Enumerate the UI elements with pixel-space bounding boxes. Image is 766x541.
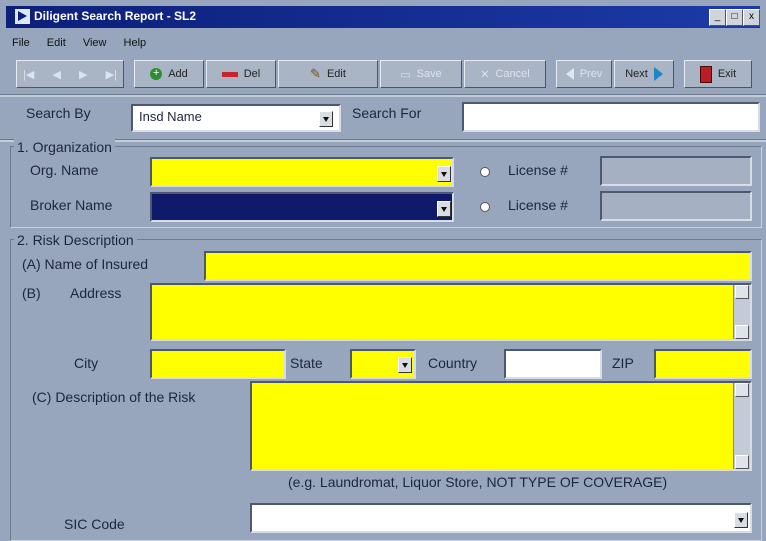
toolbar: |◀ ◀ ▶ ▶| + Add Del ✎ Edit ▭ Save ✕ Canc…: [16, 60, 756, 90]
menu-view[interactable]: View: [83, 37, 107, 49]
arrow-right-icon: [653, 67, 663, 81]
add-label: Add: [168, 68, 188, 80]
broker-name-select[interactable]: [150, 192, 454, 222]
country-label: Country: [428, 355, 478, 371]
org-license-input[interactable]: [600, 156, 752, 186]
search-by-value: Insd Name: [139, 109, 202, 124]
description-hint: (e.g. Laundromat, Liquor Store, NOT TYPE…: [288, 474, 668, 490]
chevron-down-icon[interactable]: [398, 357, 412, 373]
chevron-down-icon[interactable]: [437, 166, 451, 182]
address-textarea[interactable]: [150, 283, 752, 341]
next-button[interactable]: Next: [614, 60, 674, 88]
country-input[interactable]: [504, 349, 602, 379]
risk-description-textarea[interactable]: [250, 381, 752, 471]
window-title: Diligent Search Report - SL2: [34, 9, 197, 23]
address-scrollbar[interactable]: [733, 285, 750, 339]
next-label: Next: [625, 68, 648, 80]
org-license-radio[interactable]: [480, 167, 490, 177]
address-label: Address: [70, 285, 122, 301]
next-record-button[interactable]: ▶: [79, 68, 87, 81]
previous-record-button[interactable]: ◀: [52, 68, 60, 81]
sic-code-select[interactable]: [250, 503, 752, 533]
zip-input[interactable]: [654, 349, 752, 379]
maximize-button[interactable]: □: [726, 9, 743, 26]
cancel-label: Cancel: [495, 68, 530, 80]
plus-icon: +: [150, 68, 163, 80]
org-name-label: Org. Name: [30, 162, 99, 178]
exit-door-icon: [699, 65, 712, 83]
search-for-input[interactable]: [462, 102, 760, 132]
search-by-select[interactable]: Insd Name: [131, 104, 341, 132]
broker-name-label: Broker Name: [30, 197, 113, 213]
minimize-button[interactable]: _: [709, 9, 726, 26]
save-button[interactable]: ▭ Save: [380, 60, 462, 88]
city-input[interactable]: [150, 349, 286, 379]
exit-label: Exit: [717, 68, 737, 80]
search-by-label: Search By: [26, 105, 91, 121]
risk-section-title: 2. Risk Description: [14, 232, 137, 248]
name-of-insured-label: (A) Name of Insured: [22, 256, 149, 272]
menu-edit[interactable]: Edit: [47, 37, 66, 49]
scroll-down-icon[interactable]: [735, 455, 749, 469]
app-window: Diligent Search Report - SL2 _ □ x File …: [0, 0, 766, 541]
pencil-icon: ✎: [310, 66, 321, 81]
record-nav-group: |◀ ◀ ▶ ▶|: [16, 60, 124, 88]
delete-label: Del: [243, 68, 261, 80]
chevron-down-icon[interactable]: [319, 111, 333, 127]
menu-bar: File Edit View Help: [12, 37, 160, 53]
city-label: City: [74, 355, 99, 371]
first-record-button[interactable]: |◀: [23, 68, 34, 81]
prev-button[interactable]: Prev: [556, 60, 612, 88]
minus-icon: [221, 71, 238, 77]
sic-code-label: SIC Code: [64, 516, 125, 532]
search-for-label: Search For: [352, 105, 422, 121]
state-select[interactable]: [350, 349, 416, 379]
org-name-select[interactable]: [150, 157, 454, 187]
description-scrollbar[interactable]: [733, 383, 750, 469]
app-icon: [15, 9, 30, 24]
chevron-down-icon[interactable]: [437, 201, 451, 217]
delete-button[interactable]: Del: [206, 60, 276, 88]
edit-button[interactable]: ✎ Edit: [278, 60, 378, 88]
toolbar-divider: [0, 94, 766, 97]
broker-license-radio[interactable]: [480, 202, 490, 212]
menu-help[interactable]: Help: [124, 37, 147, 49]
cancel-button[interactable]: ✕ Cancel: [464, 60, 546, 88]
save-icon: ▭: [400, 68, 411, 81]
state-label: State: [290, 355, 323, 371]
broker-license-label: License #: [508, 197, 568, 213]
broker-license-input[interactable]: [600, 191, 752, 221]
last-record-button[interactable]: ▶|: [106, 68, 117, 81]
cancel-icon: ✕: [480, 68, 490, 81]
title-bar: Diligent Search Report - SL2 _ □ x: [6, 6, 760, 28]
add-button[interactable]: + Add: [134, 60, 204, 88]
zip-label: ZIP: [612, 355, 634, 371]
menu-file[interactable]: File: [12, 37, 30, 49]
name-of-insured-input[interactable]: [204, 251, 752, 281]
close-button[interactable]: x: [743, 9, 760, 26]
save-label: Save: [416, 68, 442, 80]
organization-section-title: 1. Organization: [14, 139, 115, 155]
address-section-label: (B): [22, 285, 41, 301]
org-license-label: License #: [508, 162, 568, 178]
edit-label: Edit: [326, 68, 346, 80]
prev-label: Prev: [579, 68, 603, 80]
chevron-down-icon[interactable]: [734, 512, 748, 528]
arrow-left-icon: [565, 68, 574, 80]
scroll-down-icon[interactable]: [735, 325, 749, 339]
description-label: (C) Description of the Risk: [32, 389, 196, 405]
scroll-up-icon[interactable]: [735, 285, 749, 299]
scroll-up-icon[interactable]: [735, 383, 749, 397]
exit-button[interactable]: Exit: [684, 60, 752, 88]
